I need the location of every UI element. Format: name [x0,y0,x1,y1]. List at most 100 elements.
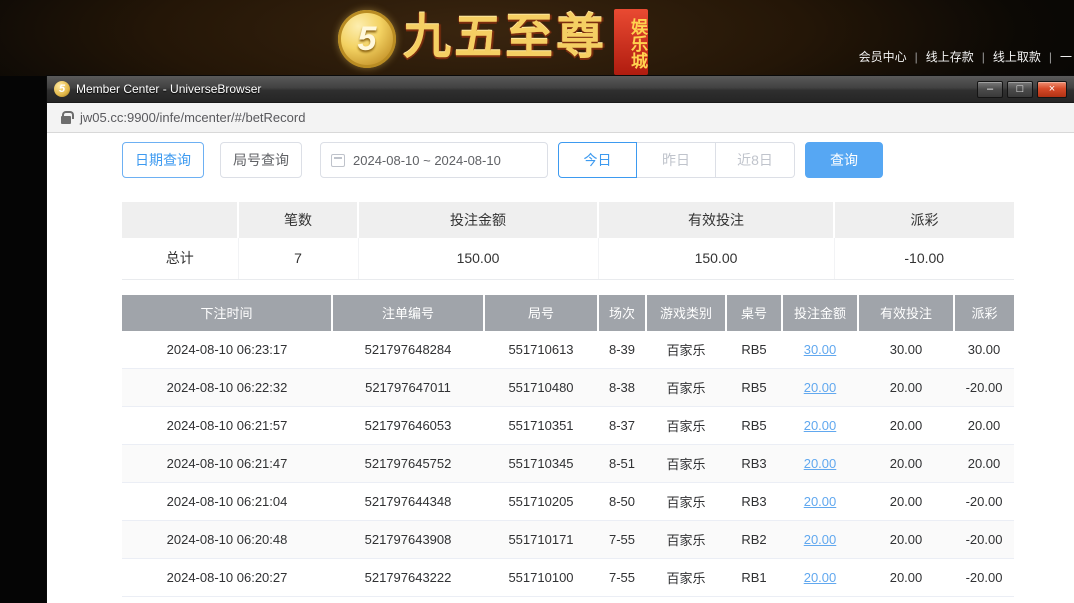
header-table: 桌号 [726,295,782,331]
yesterday-button[interactable]: 昨日 [637,142,716,178]
session: 7-55 [598,521,646,559]
round-number: 551710480 [484,369,598,407]
bet-id: 521797643908 [332,521,484,559]
bet-amount-link[interactable]: 20.00 [804,380,837,395]
bet-time: 2024-08-10 06:21:47 [122,445,332,483]
session: 8-37 [598,407,646,445]
search-button[interactable]: 查询 [805,142,883,178]
url-text: jw05.cc:9900/infe/mcenter/#/betRecord [80,110,305,125]
header-session: 场次 [598,295,646,331]
valid-bet: 20.00 [858,407,954,445]
bet-amount-link[interactable]: 20.00 [804,456,837,471]
summary-valid-bet: 150.00 [598,238,834,279]
header-bet-amount: 投注金额 [782,295,858,331]
bet-time: 2024-08-10 06:20:27 [122,559,332,597]
game-type: 百家乐 [646,559,726,597]
table-code: RB3 [726,483,782,521]
today-button[interactable]: 今日 [558,142,637,178]
bet-time: 2024-08-10 06:22:32 [122,369,332,407]
round-number: 551710100 [484,559,598,597]
nav-deposit[interactable]: 线上存款 [926,48,974,65]
maximize-button[interactable]: □ [1007,81,1033,98]
window-controls: – □ × [977,81,1067,98]
table-code: RB2 [726,521,782,559]
top-nav: 会员中心 | 线上存款 | 线上取款 | 一 [859,48,1074,65]
session: 8-51 [598,445,646,483]
browser-window: 5 Member Center - UniverseBrowser – □ × … [47,76,1074,603]
table-code: RB5 [726,369,782,407]
bet-id: 521797643222 [332,559,484,597]
game-type: 百家乐 [646,521,726,559]
quick-range-group: 今日 昨日 近8日 [558,142,795,178]
summary-count: 7 [238,238,358,279]
summary-header-payout: 派彩 [834,202,1014,238]
bet-id: 521797646053 [332,407,484,445]
payout: -20.00 [954,559,1014,597]
payout: 20.00 [954,445,1014,483]
site-logo: 5 九五至尊 娱乐城 [338,5,648,75]
bet-row: 2024-08-10 06:21:04 521797644348 5517102… [122,483,1014,521]
summary-header-row: 笔数 投注金额 有效投注 派彩 [122,202,1014,238]
bet-record-table: 下注时间 注单编号 局号 场次 游戏类别 桌号 投注金额 有效投注 派彩 202… [122,295,1014,598]
bet-amount-link[interactable]: 20.00 [804,570,837,585]
header-bet-time: 下注时间 [122,295,332,331]
last8days-button[interactable]: 近8日 [716,142,795,178]
bet-amount-link[interactable]: 20.00 [804,418,837,433]
calendar-icon [331,154,345,167]
nav-member-center[interactable]: 会员中心 [859,48,907,65]
window-icon: 5 [54,81,70,97]
bet-amount-link[interactable]: 20.00 [804,532,837,547]
date-range-value: 2024-08-10 ~ 2024-08-10 [353,153,501,168]
payout: -20.00 [954,521,1014,559]
date-range-input[interactable]: 2024-08-10 ~ 2024-08-10 [320,142,548,178]
summary-header-count: 笔数 [238,202,358,238]
bet-amount-link[interactable]: 30.00 [804,342,837,357]
summary-bet-amount: 150.00 [358,238,598,279]
nav-withdraw[interactable]: 线上取款 [993,48,1041,65]
valid-bet: 20.00 [858,369,954,407]
window-titlebar[interactable]: 5 Member Center - UniverseBrowser – □ × [47,76,1074,103]
game-type: 百家乐 [646,369,726,407]
minimize-button[interactable]: – [977,81,1003,98]
round-number: 551710205 [484,483,598,521]
header-round: 局号 [484,295,598,331]
bet-row: 2024-08-10 06:23:17 521797648284 5517106… [122,331,1014,369]
header-valid-bet: 有效投注 [858,295,954,331]
bet-row: 2024-08-10 06:21:47 521797645752 5517103… [122,445,1014,483]
summary-table: 笔数 投注金额 有效投注 派彩 总计 7 150.00 150.00 -10.0… [122,202,1014,280]
bet-id: 521797645752 [332,445,484,483]
round-query-button[interactable]: 局号查询 [220,142,302,178]
summary-header-valid-bet: 有效投注 [598,202,834,238]
round-number: 551710613 [484,331,598,369]
table-code: RB5 [726,331,782,369]
coin-logo-icon: 5 [338,10,396,68]
session: 8-39 [598,331,646,369]
session: 7-55 [598,559,646,597]
bet-amount-link[interactable]: 20.00 [804,494,837,509]
date-query-button[interactable]: 日期查询 [122,142,204,178]
table-code: RB3 [726,445,782,483]
summary-header-empty [122,202,238,238]
game-type: 百家乐 [646,407,726,445]
valid-bet: 20.00 [858,559,954,597]
page-content: 日期查询 局号查询 2024-08-10 ~ 2024-08-10 今日 昨日 … [47,134,1074,603]
payout: 20.00 [954,407,1014,445]
address-bar[interactable]: jw05.cc:9900/infe/mcenter/#/betRecord [47,103,1074,133]
round-number: 551710345 [484,445,598,483]
summary-total-row: 总计 7 150.00 150.00 -10.00 [122,238,1014,279]
header-game-type: 游戏类别 [646,295,726,331]
bet-time: 2024-08-10 06:21:57 [122,407,332,445]
valid-bet: 20.00 [858,521,954,559]
header-payout: 派彩 [954,295,1014,331]
round-number: 551710351 [484,407,598,445]
bet-time: 2024-08-10 06:23:17 [122,331,332,369]
window-title: Member Center - UniverseBrowser [76,82,261,96]
valid-bet: 20.00 [858,483,954,521]
coin-number: 5 [358,20,377,59]
game-type: 百家乐 [646,483,726,521]
close-button[interactable]: × [1037,81,1067,98]
bet-id: 521797647011 [332,369,484,407]
summary-payout: -10.00 [834,238,1014,279]
nav-overflow[interactable]: 一 [1060,48,1072,65]
site-header: 5 九五至尊 娱乐城 会员中心 | 线上存款 | 线上取款 | 一 [0,0,1074,76]
